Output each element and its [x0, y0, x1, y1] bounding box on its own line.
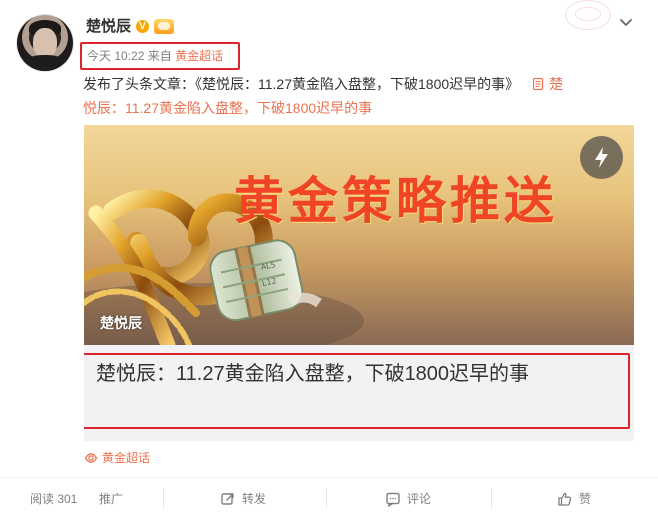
post-source[interactable]: 黄金超话 [175, 49, 223, 63]
like-label: 赞 [579, 492, 592, 506]
weibo-post: 楚悦辰 V 今天 10:22 来自 黄金超话 发布了头条文章：《楚悦辰：11.2… [0, 0, 658, 521]
post-meta-highlight: 今天 10:22 来自 黄金超话 [80, 42, 240, 70]
flash-button[interactable] [580, 136, 623, 179]
post-from-label: 来自 [147, 49, 172, 63]
document-icon [533, 77, 544, 91]
comment-button[interactable]: 评论 [385, 489, 431, 509]
post-content: 发布了头条文章：《楚悦辰：11.27黄金陷入盘整，下破1800迟早的事》 楚 悦… [83, 72, 639, 120]
repost-icon [221, 493, 234, 505]
article-card[interactable]: AL5 L12 黄金策略推送 楚悦辰 楚悦辰：11.27黄金陷入盘整，下破180… [84, 125, 634, 441]
banner-logo: 楚悦辰 [100, 315, 142, 331]
topic-icon [84, 453, 98, 463]
action-bar: 阅读 301 推广 转发 评论 赞 [0, 478, 658, 521]
article-link-rest[interactable]: 悦辰：11.27黄金陷入盘整，下破1800迟早的事 [83, 100, 372, 116]
article-banner[interactable]: AL5 L12 黄金策略推送 楚悦辰 [84, 125, 634, 345]
article-title[interactable]: 楚悦辰：11.27黄金陷入盘整，下破1800迟早的事 [96, 359, 611, 389]
banner-title: 黄金策略推送 [234, 171, 558, 230]
footer-separator [163, 488, 164, 508]
like-button[interactable]: 赞 [557, 489, 591, 509]
footer-separator [491, 488, 492, 508]
flash-icon [595, 147, 608, 168]
banner-art: AL5 L12 [84, 189, 364, 345]
stamp-decoration [565, 0, 611, 30]
avatar-face [33, 28, 57, 58]
avatar-shirt [21, 55, 69, 71]
verified-icon: V [136, 20, 149, 33]
like-icon [558, 492, 572, 506]
post-meta: 今天 10:22 来自 黄金超话 [87, 49, 223, 63]
read-count: 阅读 301 [30, 492, 78, 506]
comment-label: 评论 [407, 492, 432, 506]
crown-icon [154, 19, 174, 34]
chevron-down-icon[interactable] [618, 14, 634, 30]
avatar[interactable] [17, 15, 73, 71]
footer-separator [326, 488, 327, 508]
topic-link[interactable]: 黄金超话 [84, 450, 150, 466]
article-title-highlight: 楚悦辰：11.27黄金陷入盘整，下破1800迟早的事 [84, 353, 630, 429]
repost-button[interactable]: 转发 [220, 489, 266, 509]
article-link-first[interactable]: 楚 [549, 76, 563, 92]
topic-label: 黄金超话 [102, 451, 151, 465]
author-name[interactable]: 楚悦辰 [86, 17, 131, 37]
comment-icon [386, 492, 400, 507]
repost-label: 转发 [242, 492, 267, 506]
post-text-prefix: 发布了头条文章：《楚悦辰：11.27黄金陷入盘整，下破1800迟早的事》 [83, 76, 520, 92]
promote-button[interactable]: 推广 [99, 489, 123, 509]
post-time[interactable]: 今天 10:22 [87, 49, 144, 63]
